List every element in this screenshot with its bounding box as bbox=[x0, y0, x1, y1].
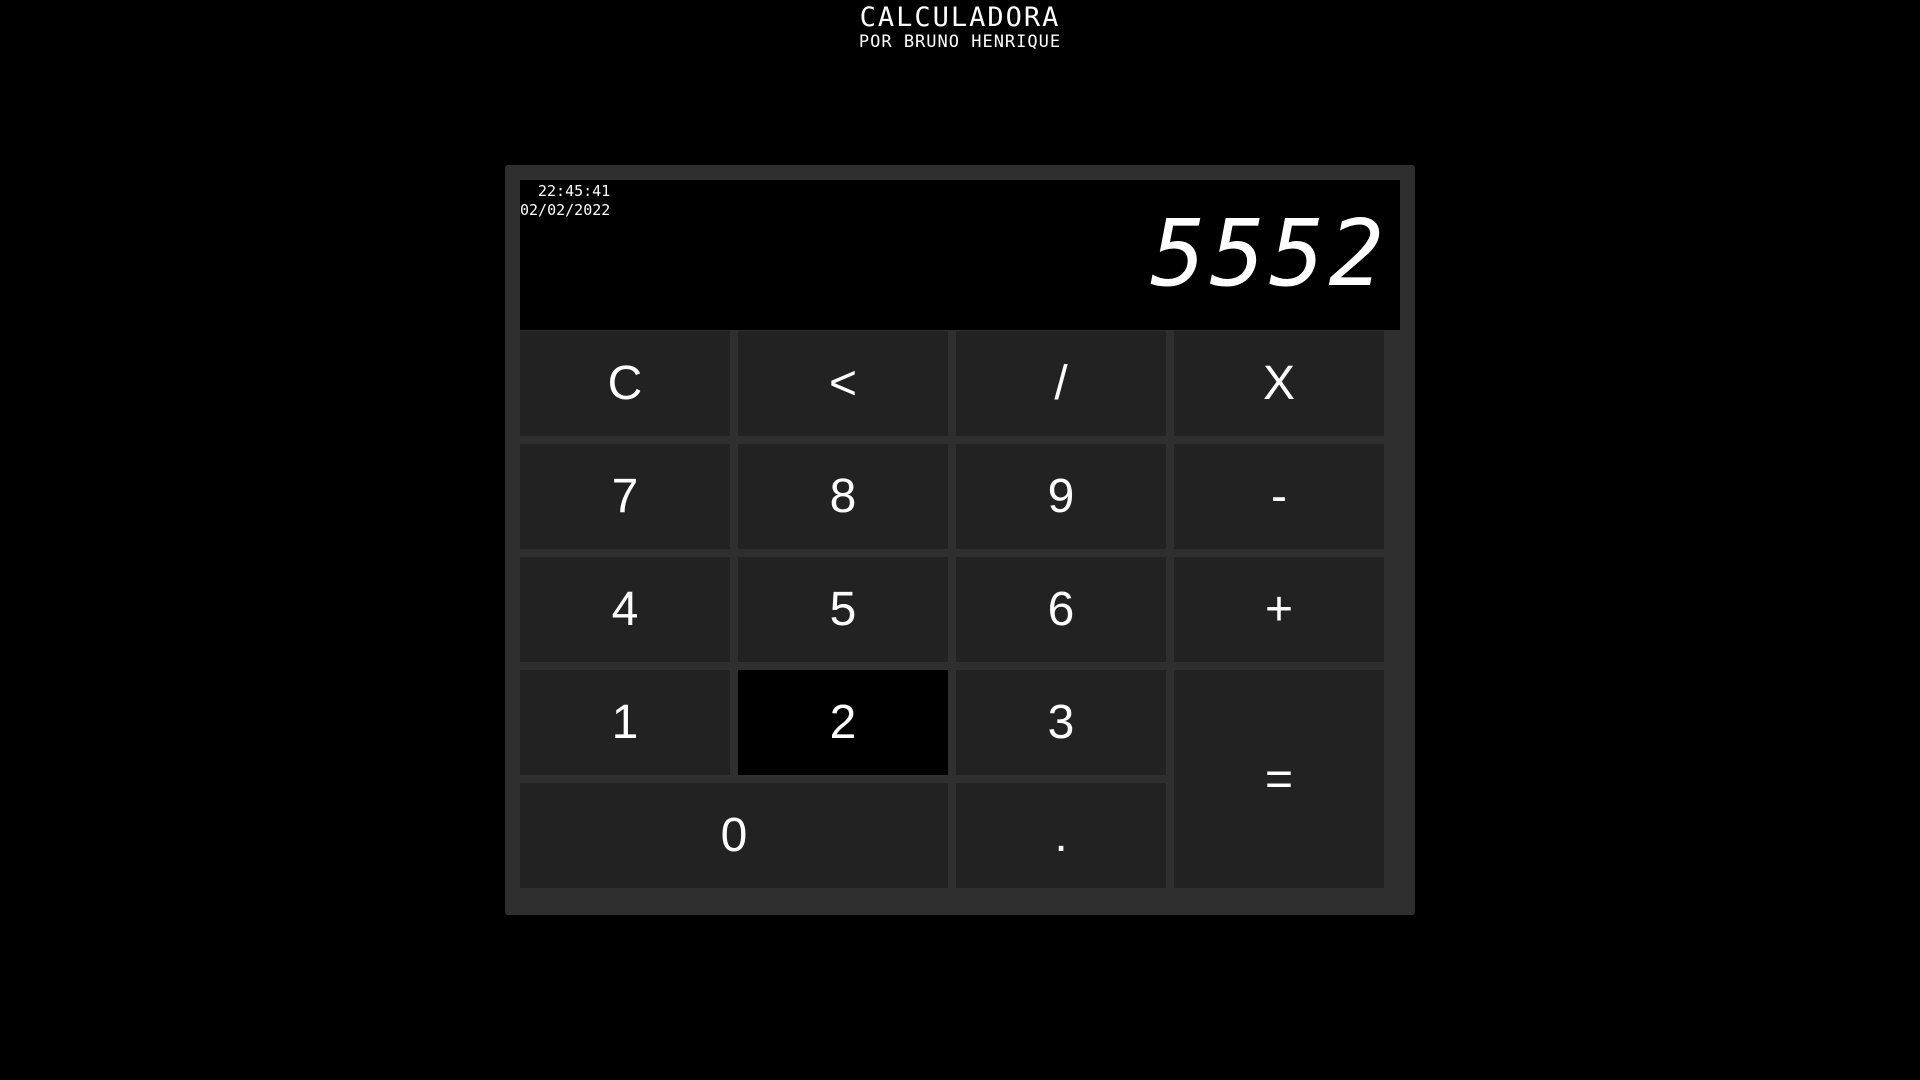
multiply-button[interactable]: X bbox=[1174, 331, 1384, 436]
digit-0-button[interactable]: 0 bbox=[520, 783, 948, 888]
clear-button[interactable]: C bbox=[520, 331, 730, 436]
digit-2-button[interactable]: 2 bbox=[738, 670, 948, 775]
app-title: CALCULADORA bbox=[859, 2, 1061, 33]
decimal-button[interactable]: . bbox=[956, 783, 1166, 888]
divide-button[interactable]: / bbox=[956, 331, 1166, 436]
calculator-display: 22:45:41 02/02/2022 5552 bbox=[520, 180, 1400, 330]
digit-9-button[interactable]: 9 bbox=[956, 444, 1166, 549]
digit-5-button[interactable]: 5 bbox=[738, 557, 948, 662]
plus-button[interactable]: + bbox=[1174, 557, 1384, 662]
digit-3-button[interactable]: 3 bbox=[956, 670, 1166, 775]
clock-date: 02/02/2022 bbox=[520, 201, 611, 219]
clock-time: 22:45:41 bbox=[538, 182, 611, 200]
equals-button[interactable]: = bbox=[1174, 670, 1384, 888]
display-value: 5552 bbox=[1150, 200, 1388, 307]
app-subtitle: POR BRUNO HENRIQUE bbox=[858, 32, 1062, 52]
digit-4-button[interactable]: 4 bbox=[520, 557, 730, 662]
backspace-button[interactable]: < bbox=[738, 331, 948, 436]
keypad: C < / X 7 8 9 - 4 5 6 + 1 2 3 = 0 . bbox=[520, 331, 1400, 903]
digit-7-button[interactable]: 7 bbox=[520, 444, 730, 549]
digit-8-button[interactable]: 8 bbox=[738, 444, 948, 549]
digit-6-button[interactable]: 6 bbox=[956, 557, 1166, 662]
calculator: 22:45:41 02/02/2022 5552 C < / X 7 8 9 -… bbox=[505, 165, 1415, 915]
minus-button[interactable]: - bbox=[1174, 444, 1384, 549]
digit-1-button[interactable]: 1 bbox=[520, 670, 730, 775]
